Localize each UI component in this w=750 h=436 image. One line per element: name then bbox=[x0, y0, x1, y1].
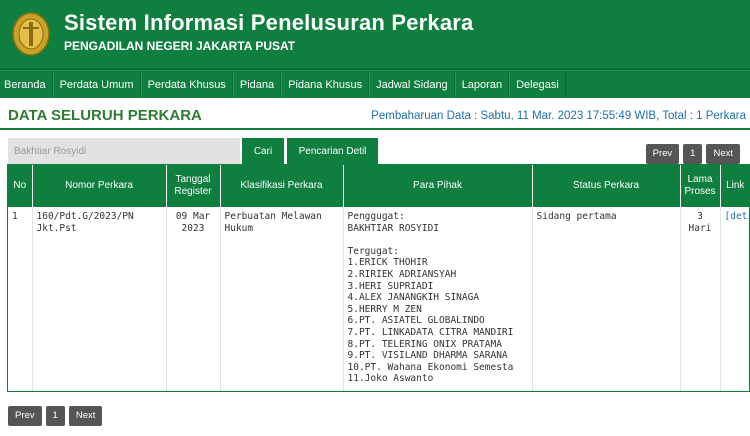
next-button[interactable]: Next bbox=[68, 406, 103, 426]
col-header-link: Link bbox=[720, 165, 750, 207]
tergugat-item: 1.ERICK THOHIR bbox=[347, 257, 428, 269]
cell-lama: 3 Hari bbox=[680, 207, 721, 391]
site-header: Sistem Informasi Penelusuran Perkara PEN… bbox=[0, 0, 750, 70]
cell-para-pihak: Penggugat: BAKHTIAR ROSYIDI Tergugat: 1.… bbox=[343, 207, 533, 391]
update-info: Pembaharuan Data : Sabtu, 11 Mar. 2023 1… bbox=[371, 110, 746, 122]
main-nav: Beranda Perdata Umum Perdata Khusus Pida… bbox=[0, 70, 750, 98]
cell-no: 1 bbox=[8, 207, 33, 391]
col-header-para-pihak: Para Pihak bbox=[343, 165, 533, 207]
tergugat-item: 9.PT. VISILAND DHARMA SARANA bbox=[347, 350, 508, 362]
next-button[interactable]: Next bbox=[706, 144, 740, 164]
col-header-no: No bbox=[8, 165, 33, 207]
page-titlebar: DATA SELURUH PERKARA Pembaharuan Data : … bbox=[0, 106, 750, 130]
prev-button[interactable]: Prev bbox=[8, 406, 42, 426]
search-input[interactable] bbox=[8, 138, 240, 164]
page-title: DATA SELURUH PERKARA bbox=[8, 107, 202, 124]
nav-item-jadwal-sidang[interactable]: Jadwal Sidang bbox=[369, 71, 455, 98]
cell-klasifikasi: Perbuatan Melawan Hukum bbox=[220, 207, 344, 391]
tergugat-item: 10.PT. Wahana Ekonomi Semesta bbox=[347, 361, 514, 373]
detail-search-button[interactable]: Pencarian Detil bbox=[287, 138, 378, 164]
cell-tanggal: 09 Mar 2023 bbox=[166, 207, 221, 391]
tergugat-item: 2.RIRIEK ADRIANSYAH bbox=[347, 268, 457, 280]
tergugat-item: 5.HERRY M ZEN bbox=[347, 303, 422, 315]
pagination-top: Prev 1 Next bbox=[645, 144, 740, 164]
pagination-bottom: Prev 1 Next bbox=[8, 406, 103, 426]
page-1-button[interactable]: 1 bbox=[683, 144, 703, 164]
site-title: Sistem Informasi Penelusuran Perkara bbox=[64, 10, 474, 35]
penggugat-name: BAKHTIAR ROSYIDI bbox=[347, 222, 440, 234]
court-emblem-icon bbox=[12, 12, 50, 56]
nav-item-beranda[interactable]: Beranda bbox=[0, 71, 53, 98]
tergugat-item: 11.Joko Aswanto bbox=[347, 373, 434, 385]
case-table: No Nomor Perkara Tanggal Register Klasif… bbox=[7, 164, 750, 392]
tergugat-item: 8.PT. TELERING ONIX PRATAMA bbox=[347, 338, 502, 350]
tergugat-item: 6.PT. ASIATEL GLOBALINDO bbox=[347, 315, 485, 327]
tergugat-item: 3.HERI SUPRIADI bbox=[347, 280, 434, 292]
page-1-button[interactable]: 1 bbox=[45, 406, 65, 426]
nav-item-delegasi[interactable]: Delegasi bbox=[509, 71, 566, 98]
table-row: 1 160/Pdt.G/2023/PN Jkt.Pst 09 Mar 2023 … bbox=[8, 207, 750, 391]
col-header-status: Status Perkara bbox=[532, 165, 681, 207]
prev-button[interactable]: Prev bbox=[645, 144, 680, 164]
penggugat-label: Penggugat: bbox=[347, 211, 405, 222]
nav-item-perdata-khusus[interactable]: Perdata Khusus bbox=[140, 71, 233, 98]
col-header-nomor: Nomor Perkara bbox=[32, 165, 167, 207]
tergugat-label: Tergugat: bbox=[347, 245, 399, 257]
nav-item-perdata-umum[interactable]: Perdata Umum bbox=[52, 71, 141, 98]
search-button[interactable]: Cari bbox=[242, 138, 284, 164]
nav-item-pidana[interactable]: Pidana bbox=[232, 71, 282, 98]
nav-item-pidana-khusus[interactable]: Pidana Khusus bbox=[281, 71, 370, 98]
tergugat-item: 7.PT. LINKADATA CITRA MANDIRI bbox=[347, 326, 514, 338]
cell-nomor: 160/Pdt.G/2023/PN Jkt.Pst bbox=[32, 207, 167, 391]
nav-item-laporan[interactable]: Laporan bbox=[454, 71, 510, 98]
col-header-lama: Lama Proses bbox=[680, 165, 721, 207]
tergugat-item: 4.ALEX JANANGKIH SINAGA bbox=[347, 292, 480, 304]
col-header-tanggal: Tanggal Register bbox=[166, 165, 221, 207]
cell-status: Sidang pertama bbox=[532, 207, 681, 391]
detail-link[interactable]: [detil] bbox=[725, 211, 750, 222]
site-subtitle: PENGADILAN NEGERI JAKARTA PUSAT bbox=[64, 39, 296, 53]
cell-link: [detil] bbox=[720, 207, 750, 391]
col-header-klasifikasi: Klasifikasi Perkara bbox=[220, 165, 344, 207]
